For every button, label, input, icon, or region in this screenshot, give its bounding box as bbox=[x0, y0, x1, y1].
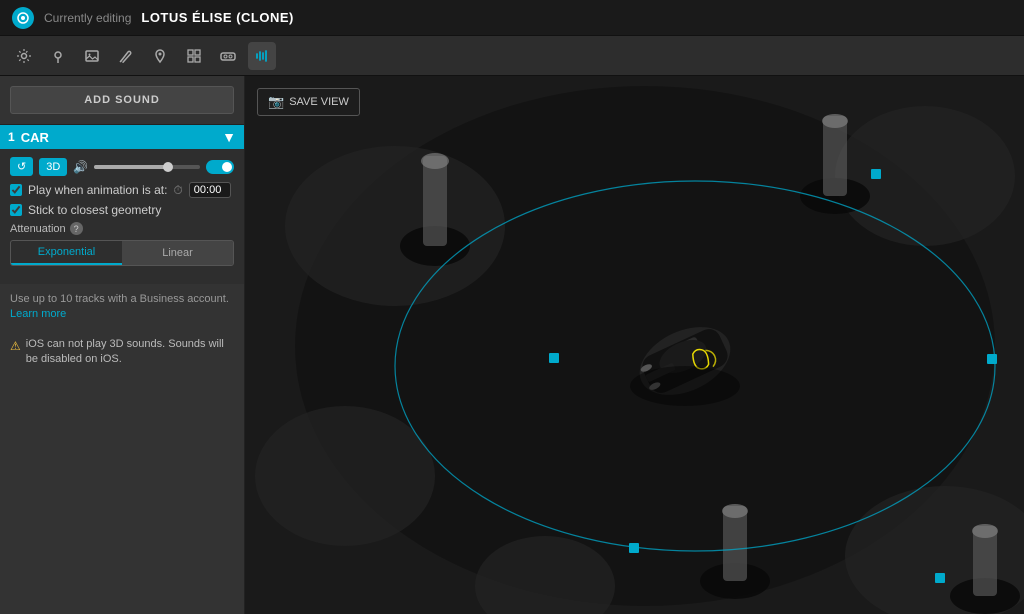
image-button[interactable] bbox=[78, 42, 106, 70]
att-exponential-button[interactable]: Exponential bbox=[11, 241, 122, 265]
track-number: 1 bbox=[8, 130, 15, 144]
control-point-left[interactable] bbox=[549, 353, 559, 363]
learn-more-link[interactable]: Learn more bbox=[10, 308, 66, 320]
att-linear-button[interactable]: Linear bbox=[122, 241, 233, 265]
stick-to-geometry-row: Stick to closest geometry bbox=[10, 203, 234, 217]
main-layout: ADD SOUND 1 CAR ▼ ↺ 3D 🔊 bbox=[0, 76, 1024, 614]
app-logo bbox=[12, 7, 34, 29]
warning-icon: ⚠ bbox=[10, 338, 21, 355]
camera-icon: 📷 bbox=[268, 94, 284, 110]
volume-slider[interactable] bbox=[94, 165, 200, 169]
grid-button[interactable] bbox=[180, 42, 208, 70]
control-point-right[interactable] bbox=[987, 354, 997, 364]
play-when-row: Play when animation is at: ⏱ bbox=[10, 182, 234, 198]
ios-warning-block: ⚠ iOS can not play 3D sounds. Sounds wil… bbox=[0, 331, 244, 374]
stick-to-geometry-label: Stick to closest geometry bbox=[28, 203, 161, 217]
pin-button[interactable] bbox=[146, 42, 174, 70]
toolbar bbox=[0, 36, 1024, 76]
track-item: 1 CAR ▼ ↺ 3D 🔊 bbox=[0, 124, 244, 284]
attenuation-label: Attenuation bbox=[10, 223, 66, 235]
track-header: 1 CAR ▼ bbox=[0, 125, 244, 149]
volume-icon: 🔊 bbox=[73, 160, 88, 174]
audio-button[interactable] bbox=[248, 42, 276, 70]
tool-button[interactable] bbox=[112, 42, 140, 70]
track-controls: ↺ 3D 🔊 Play when animation is at: ⏱ bbox=[0, 149, 244, 284]
page-title: LOTUS ÉLISE (CLONE) bbox=[141, 10, 294, 25]
add-sound-button[interactable]: ADD SOUND bbox=[10, 86, 234, 114]
left-panel: ADD SOUND 1 CAR ▼ ↺ 3D 🔊 bbox=[0, 76, 245, 614]
settings-button[interactable] bbox=[10, 42, 38, 70]
info-text-block: Use up to 10 tracks with a Business acco… bbox=[0, 284, 244, 331]
control-point-bottom-right[interactable] bbox=[935, 573, 945, 583]
vr-button[interactable] bbox=[214, 42, 242, 70]
scene-svg bbox=[245, 76, 1024, 614]
control-point-bottom[interactable] bbox=[629, 543, 639, 553]
attenuation-label-row: Attenuation ? bbox=[10, 222, 234, 235]
save-view-label: SAVE VIEW bbox=[289, 96, 349, 108]
mute-toggle[interactable] bbox=[206, 160, 234, 174]
track-playback-row: ↺ 3D 🔊 bbox=[10, 157, 234, 176]
info-text: Use up to 10 tracks with a Business acco… bbox=[10, 293, 229, 305]
topbar: Currently editing LOTUS ÉLISE (CLONE) bbox=[0, 0, 1024, 36]
threed-button[interactable]: 3D bbox=[39, 158, 67, 176]
editing-label: Currently editing bbox=[44, 11, 131, 25]
ios-warning-text: iOS can not play 3D sounds. Sounds will … bbox=[26, 337, 234, 368]
play-when-label: Play when animation is at: bbox=[28, 183, 167, 197]
save-view-button[interactable]: 📷 SAVE VIEW bbox=[257, 88, 360, 116]
control-point-top-right[interactable] bbox=[871, 169, 881, 179]
location-button[interactable] bbox=[44, 42, 72, 70]
canvas-area[interactable]: 📷 SAVE VIEW bbox=[245, 76, 1024, 614]
attenuation-help-icon[interactable]: ? bbox=[70, 222, 83, 235]
clock-icon: ⏱ bbox=[173, 183, 182, 198]
play-when-checkbox[interactable] bbox=[10, 184, 22, 196]
loop-button[interactable]: ↺ bbox=[10, 157, 33, 176]
attenuation-buttons: Exponential Linear bbox=[10, 240, 234, 266]
stick-to-geometry-checkbox[interactable] bbox=[10, 204, 22, 216]
track-name: CAR bbox=[21, 130, 216, 145]
track-expand-icon[interactable]: ▼ bbox=[222, 129, 236, 145]
play-when-time-input[interactable] bbox=[189, 182, 231, 198]
